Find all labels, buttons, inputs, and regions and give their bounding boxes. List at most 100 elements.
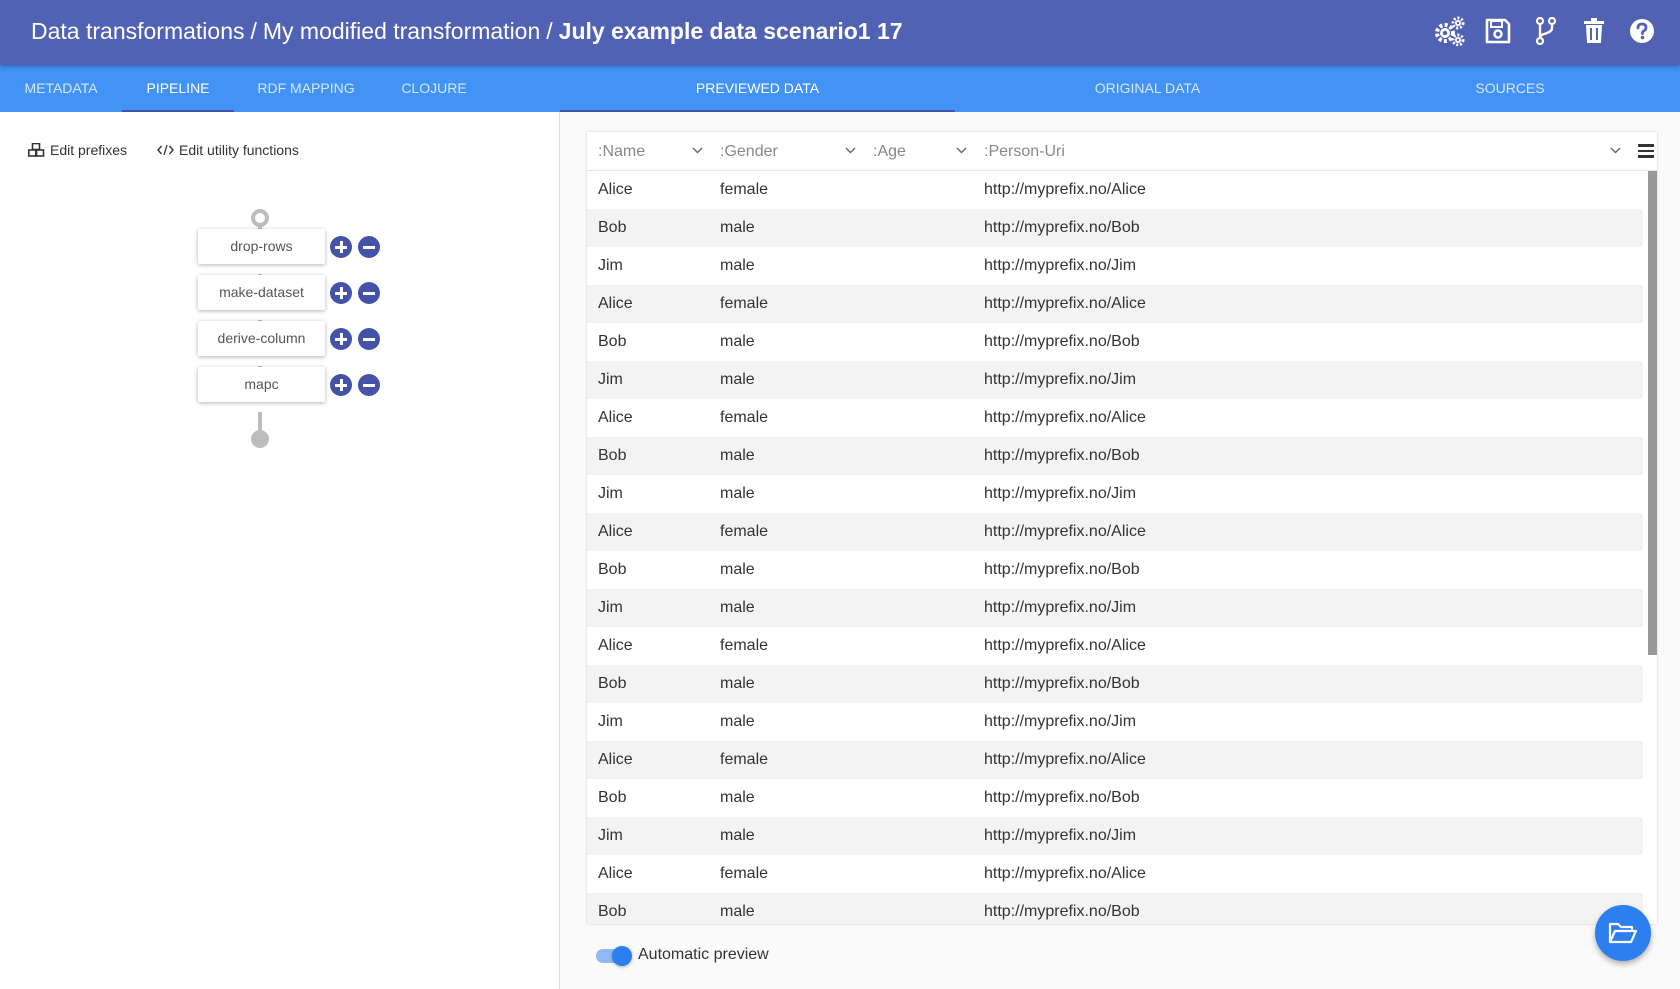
cell-person-uri[interactable]: http://myprefix.no/Alice (973, 171, 1146, 209)
grid-menu-icon[interactable] (1638, 144, 1654, 158)
table-row[interactable]: Alice female http://myprefix.no/Alice (587, 627, 1643, 665)
table-row[interactable]: Jim male http://myprefix.no/Jim (587, 247, 1643, 285)
cell-gender[interactable]: male (709, 665, 755, 703)
cell-name[interactable]: Alice (587, 513, 633, 551)
automatic-preview-toggle[interactable] (596, 946, 632, 966)
column-header-gender[interactable]: :Gender (709, 132, 862, 171)
cell-name[interactable]: Bob (587, 323, 626, 361)
table-row[interactable]: Alice female http://myprefix.no/Alice (587, 855, 1643, 893)
table-row[interactable]: Alice female http://myprefix.no/Alice (587, 399, 1643, 437)
cell-gender[interactable]: male (709, 209, 755, 247)
tab-original-data[interactable]: ORIGINAL DATA (955, 65, 1340, 112)
pipeline-step-make-dataset[interactable]: make-dataset (198, 275, 325, 310)
table-row[interactable]: Alice female http://myprefix.no/Alice (587, 513, 1643, 551)
table-row[interactable]: Jim male http://myprefix.no/Jim (587, 589, 1643, 627)
tab-rdf-mapping[interactable]: RDF MAPPING (234, 65, 378, 112)
table-row[interactable]: Jim male http://myprefix.no/Jim (587, 475, 1643, 513)
cell-gender[interactable]: male (709, 323, 755, 361)
cell-name[interactable]: Jim (587, 703, 623, 741)
tab-metadata[interactable]: METADATA (0, 65, 122, 112)
cell-gender[interactable]: female (709, 399, 768, 437)
cell-gender[interactable]: male (709, 437, 755, 475)
cell-person-uri[interactable]: http://myprefix.no/Jim (973, 703, 1136, 741)
pipeline-step-drop-rows[interactable]: drop-rows (198, 229, 325, 264)
cell-name[interactable]: Bob (587, 893, 626, 924)
cell-name[interactable]: Jim (587, 361, 623, 399)
breadcrumb-data-transformations[interactable]: Data transformations (31, 18, 244, 44)
cell-person-uri[interactable]: http://myprefix.no/Bob (973, 209, 1140, 247)
fork-icon[interactable] (1530, 15, 1562, 47)
cell-name[interactable]: Alice (587, 399, 633, 437)
cell-name[interactable]: Jim (587, 247, 623, 285)
table-row[interactable]: Alice female http://myprefix.no/Alice (587, 171, 1643, 209)
table-row[interactable]: Bob male http://myprefix.no/Bob (587, 893, 1643, 924)
edit-utility-functions-link[interactable]: Edit utility functions (157, 142, 299, 158)
tab-sources[interactable]: SOURCES (1340, 65, 1680, 112)
cell-name[interactable]: Jim (587, 817, 623, 855)
tab-previewed-data[interactable]: PREVIEWED DATA (560, 65, 955, 112)
column-header-person-uri[interactable]: :Person-Uri (973, 132, 1627, 171)
cell-name[interactable]: Jim (587, 475, 623, 513)
open-folder-button[interactable] (1595, 905, 1651, 961)
cell-person-uri[interactable]: http://myprefix.no/Jim (973, 589, 1136, 627)
cell-person-uri[interactable]: http://myprefix.no/Alice (973, 741, 1146, 779)
cell-name[interactable]: Alice (587, 627, 633, 665)
cell-name[interactable]: Alice (587, 285, 633, 323)
cell-gender[interactable]: female (709, 513, 768, 551)
save-icon[interactable] (1482, 15, 1514, 47)
add-step-button[interactable] (330, 328, 352, 350)
pipeline-step-mapc[interactable]: mapc (198, 367, 325, 402)
cell-person-uri[interactable]: http://myprefix.no/Jim (973, 475, 1136, 513)
table-row[interactable]: Bob male http://myprefix.no/Bob (587, 779, 1643, 817)
tab-clojure[interactable]: CLOJURE (378, 65, 490, 112)
table-row[interactable]: Alice female http://myprefix.no/Alice (587, 741, 1643, 779)
remove-step-button[interactable] (358, 236, 380, 258)
cell-name[interactable]: Alice (587, 741, 633, 779)
cell-person-uri[interactable]: http://myprefix.no/Bob (973, 779, 1140, 817)
add-step-button[interactable] (330, 236, 352, 258)
cell-gender[interactable]: male (709, 589, 755, 627)
cell-person-uri[interactable]: http://myprefix.no/Bob (973, 665, 1140, 703)
cell-person-uri[interactable]: http://myprefix.no/Alice (973, 855, 1146, 893)
remove-step-button[interactable] (358, 328, 380, 350)
cell-gender[interactable]: male (709, 247, 755, 285)
cell-gender[interactable]: female (709, 285, 768, 323)
trash-icon[interactable] (1578, 15, 1610, 47)
pipeline-step-derive-column[interactable]: derive-column (198, 321, 325, 356)
cell-name[interactable]: Bob (587, 437, 626, 475)
breadcrumb-transformation[interactable]: My modified transformation (263, 18, 540, 44)
cell-gender[interactable]: female (709, 741, 768, 779)
cell-gender[interactable]: male (709, 551, 755, 589)
table-row[interactable]: Jim male http://myprefix.no/Jim (587, 361, 1643, 399)
cell-name[interactable]: Alice (587, 855, 633, 893)
cell-person-uri[interactable]: http://myprefix.no/Bob (973, 893, 1140, 924)
table-row[interactable]: Bob male http://myprefix.no/Bob (587, 665, 1643, 703)
cell-person-uri[interactable]: http://myprefix.no/Alice (973, 285, 1146, 323)
table-row[interactable]: Jim male http://myprefix.no/Jim (587, 817, 1643, 855)
settings-gears-icon[interactable] (1434, 15, 1466, 47)
add-step-button[interactable] (330, 282, 352, 304)
remove-step-button[interactable] (358, 282, 380, 304)
cell-person-uri[interactable]: http://myprefix.no/Bob (973, 437, 1140, 475)
cell-person-uri[interactable]: http://myprefix.no/Jim (973, 817, 1136, 855)
edit-prefixes-link[interactable]: Edit prefixes (28, 142, 127, 158)
help-icon[interactable] (1626, 15, 1658, 47)
cell-name[interactable]: Bob (587, 665, 626, 703)
cell-person-uri[interactable]: http://myprefix.no/Bob (973, 551, 1140, 589)
cell-name[interactable]: Bob (587, 551, 626, 589)
remove-step-button[interactable] (358, 374, 380, 396)
cell-gender[interactable]: female (709, 627, 768, 665)
add-step-button[interactable] (330, 374, 352, 396)
cell-person-uri[interactable]: http://myprefix.no/Alice (973, 627, 1146, 665)
column-header-age[interactable]: :Age (862, 132, 973, 171)
cell-person-uri[interactable]: http://myprefix.no/Bob (973, 323, 1140, 361)
table-row[interactable]: Alice female http://myprefix.no/Alice (587, 285, 1643, 323)
cell-gender[interactable]: female (709, 171, 768, 209)
grid-scrollbar-thumb[interactable] (1648, 171, 1657, 655)
table-row[interactable]: Bob male http://myprefix.no/Bob (587, 437, 1643, 475)
cell-gender[interactable]: male (709, 703, 755, 741)
column-header-name[interactable]: :Name (587, 132, 709, 171)
cell-person-uri[interactable]: http://myprefix.no/Alice (973, 513, 1146, 551)
cell-person-uri[interactable]: http://myprefix.no/Jim (973, 247, 1136, 285)
cell-gender[interactable]: female (709, 855, 768, 893)
